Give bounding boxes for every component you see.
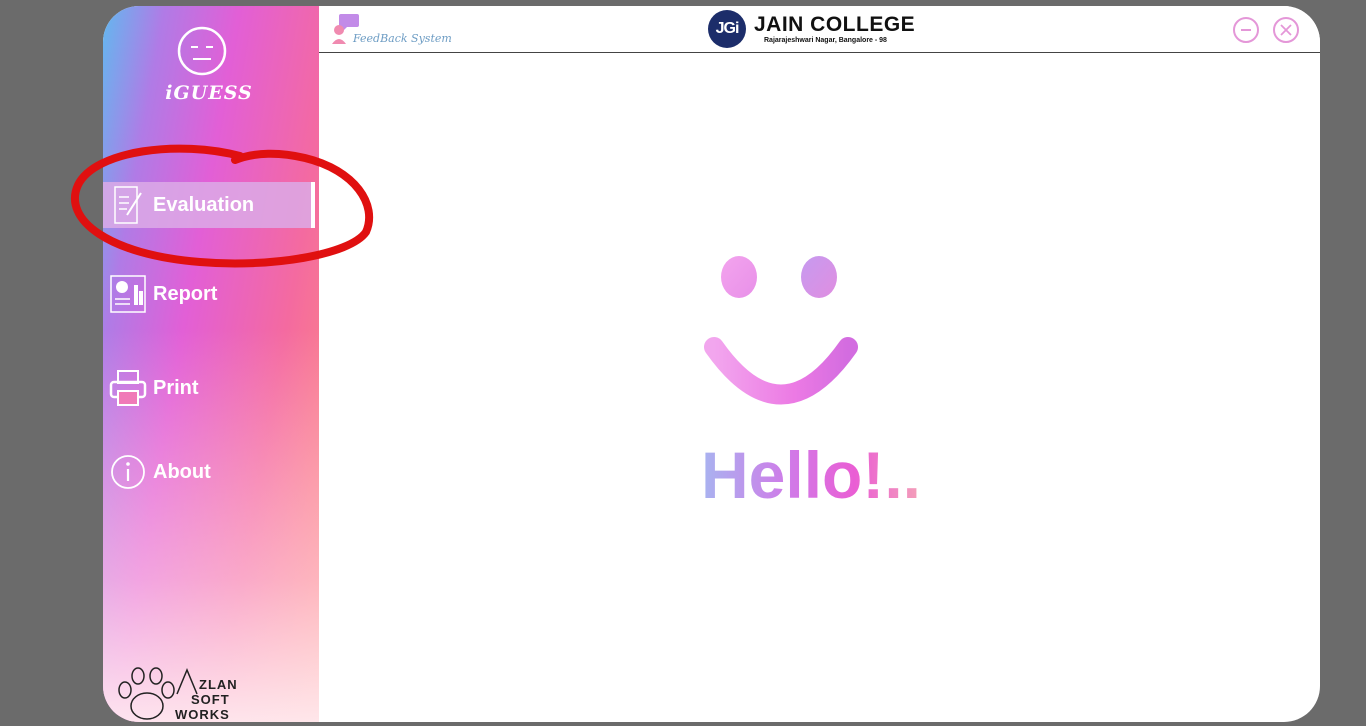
college-logo: JGi [708,10,746,48]
app-logo-text: iGUESS [165,82,253,104]
sidebar-item-label: Print [153,376,199,399]
sidebar-item-about[interactable]: About [103,449,319,495]
brand-line1: ZLAN [199,677,238,692]
info-icon [109,452,147,492]
close-button[interactable] [1273,17,1299,43]
smiley-face-icon [704,256,858,405]
minimize-button[interactable] [1233,17,1259,43]
brand-line3: WORKS [175,707,230,722]
printer-icon [109,368,147,408]
college-address: Rajarajeshwari Nagar, Bangalore - 98 [764,37,887,44]
sidebar-item-label: Report [153,282,218,305]
app-window: iGUESS Evaluation Report Print About ZLA… [103,6,1320,722]
sidebar-item-evaluation[interactable]: Evaluation [103,182,315,228]
greeting-text: Hello!.. [701,438,922,512]
sidebar-item-report[interactable]: Report [103,271,319,317]
sidebar: iGUESS Evaluation Report Print About ZLA… [103,6,319,722]
evaluation-icon [109,185,147,225]
sidebar-item-label: Evaluation [153,193,255,216]
module-title: FeedBack System [353,32,452,45]
smiley-logo-icon [177,26,227,76]
minimize-icon [1241,29,1251,31]
college-name: JAIN COLLEGE [754,13,916,36]
college-banner: JGi JAIN COLLEGE Rajarajeshwari Nagar, B… [708,10,915,48]
report-icon [109,274,147,314]
brand-line2: SOFT [191,692,230,707]
azlan-softworks-logo: ZLAN SOFT WORKS [118,667,238,722]
sidebar-item-label: About [153,460,211,483]
close-icon [1280,24,1292,36]
header: FeedBack System JGi JAIN COLLEGE Rajaraj… [319,6,1320,53]
active-indicator [311,182,315,228]
sidebar-item-print[interactable]: Print [103,365,319,411]
